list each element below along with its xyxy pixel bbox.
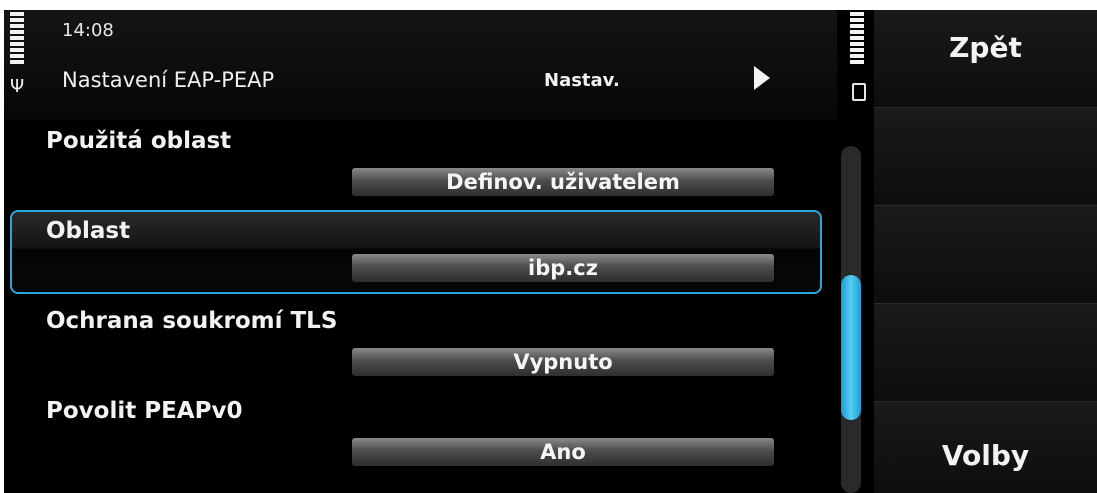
- setting-value[interactable]: Vypnuto: [352, 348, 774, 376]
- setting-item-peapv0[interactable]: Povolit PEAPv0 Ano: [4, 390, 824, 480]
- setting-label: Ochrana soukromí TLS: [46, 308, 338, 334]
- page-title: Nastavení EAP-PEAP: [62, 68, 275, 92]
- antenna-icon: Ψ: [10, 76, 25, 97]
- signal-strength-icon: [10, 12, 24, 66]
- setting-value[interactable]: Definov. uživatelem: [352, 168, 774, 196]
- setting-item-realm[interactable]: Oblast ibp.cz: [10, 210, 822, 294]
- setting-item-tls-privacy[interactable]: Ochrana soukromí TLS Vypnuto: [4, 300, 824, 390]
- empty-softkey: [874, 108, 1097, 206]
- back-button-label: Zpět: [949, 31, 1022, 64]
- tab-settings[interactable]: Nastav.: [544, 70, 620, 91]
- setting-label: Použitá oblast: [46, 128, 232, 154]
- options-button[interactable]: Volby: [874, 402, 1097, 493]
- setting-label: Povolit PEAPv0: [46, 398, 243, 424]
- back-button[interactable]: Zpět: [874, 10, 1097, 108]
- setting-value[interactable]: ibp.cz: [352, 254, 774, 282]
- empty-softkey: [874, 304, 1097, 402]
- phone-screen: Ψ 14:08 Nastavení EAP-PEAP Nastav. Použi…: [4, 10, 1097, 493]
- status-bar: Ψ 14:08 Nastavení EAP-PEAP Nastav.: [4, 10, 866, 120]
- settings-list: Použitá oblast Definov. uživatelem Oblas…: [4, 120, 837, 493]
- options-button-label: Volby: [941, 439, 1030, 472]
- scrollbar-thumb[interactable]: [841, 275, 861, 420]
- setting-value[interactable]: Ano: [352, 438, 774, 466]
- battery-level-icon: [850, 12, 864, 66]
- setting-item-realm-usage[interactable]: Použitá oblast Definov. uživatelem: [4, 120, 824, 210]
- clock: 14:08: [62, 20, 114, 41]
- setting-label: Oblast: [46, 218, 131, 244]
- tab-next-arrow-icon[interactable]: [754, 66, 770, 90]
- empty-softkey: [874, 206, 1097, 304]
- battery-icon: [852, 83, 866, 101]
- softkey-panel: Zpět Volby: [874, 10, 1097, 493]
